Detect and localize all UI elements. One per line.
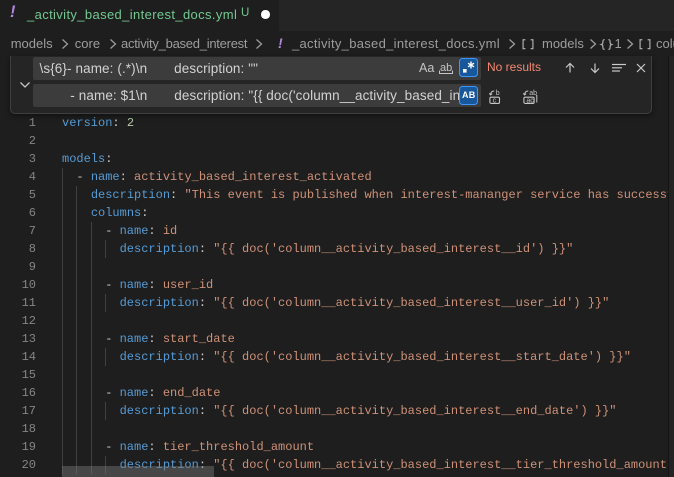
svg-text:b: b xyxy=(495,90,499,97)
svg-text:ac: ac xyxy=(526,97,534,104)
svg-text:c: c xyxy=(492,97,496,104)
svg-text:ab: ab xyxy=(529,90,537,97)
svg-text:ab: ab xyxy=(440,62,452,74)
